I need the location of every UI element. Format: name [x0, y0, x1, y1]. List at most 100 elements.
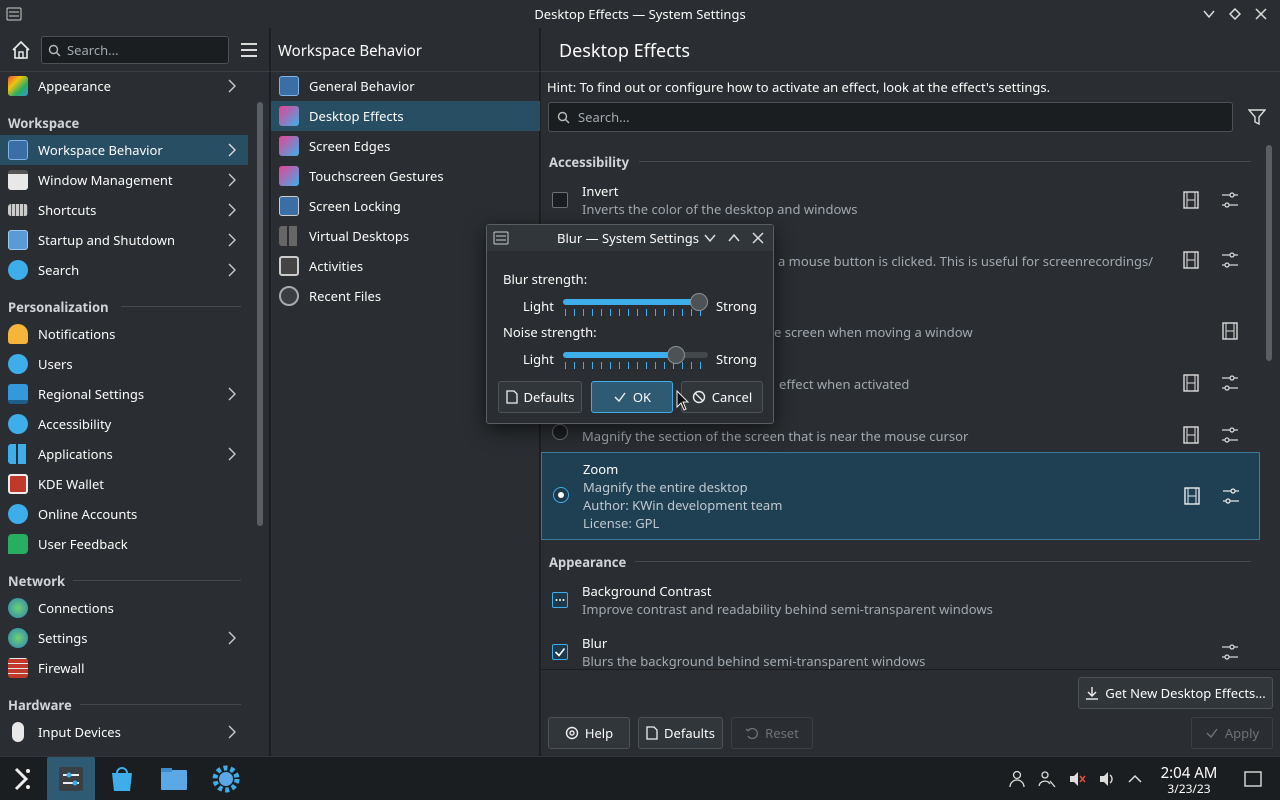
blur-light-label: Light	[523, 297, 554, 315]
volume-icon[interactable]	[1098, 770, 1116, 788]
home-icon[interactable]	[10, 39, 32, 61]
kde-connect-icon[interactable]	[1038, 770, 1056, 788]
effects-search-input[interactable]: Search...	[548, 102, 1233, 132]
effect-background-contrast[interactable]: Background Contrast Improve contrast and…	[541, 576, 1259, 628]
sidebar-item-user-feedback[interactable]: User Feedback	[0, 529, 248, 559]
dialog-close-button[interactable]	[749, 229, 767, 247]
audio-muted-icon[interactable]	[1068, 770, 1086, 788]
effect-invert[interactable]: Invert Inverts the color of the desktop …	[541, 176, 1259, 228]
desktop-effects-icon	[279, 106, 299, 126]
sidebar-item-shortcuts[interactable]: Shortcuts	[0, 195, 248, 225]
subpanel-item-screen-locking[interactable]: Screen Locking	[271, 191, 540, 221]
effect-license: License: GPL	[583, 514, 660, 532]
check-icon	[614, 392, 626, 403]
sidebar-search-input[interactable]: Search...	[41, 36, 229, 64]
filter-icon[interactable]	[1248, 108, 1266, 126]
subpanel-item-screen-edges[interactable]: Screen Edges	[271, 131, 540, 161]
help-button[interactable]: Help	[548, 717, 630, 749]
effect-zoom[interactable]: Zoom Magnify the entire desktop Author: …	[541, 452, 1260, 540]
blur-slider-handle[interactable]	[690, 293, 708, 311]
invert-checkbox[interactable]	[552, 192, 568, 208]
sidebar-item-workspace-behavior[interactable]: Workspace Behavior	[0, 135, 248, 165]
discover-store-icon[interactable]	[106, 763, 138, 795]
sidebar-item-label: KDE Wallet	[38, 475, 105, 493]
sidebar-item-online-accounts[interactable]: Online Accounts	[0, 499, 248, 529]
noise-slider-handle[interactable]	[667, 346, 686, 364]
blur-strength-slider[interactable]	[563, 292, 708, 316]
search-icon	[48, 44, 61, 56]
settings-gear-icon[interactable]	[210, 763, 242, 795]
system-settings-icon	[59, 767, 83, 791]
subpanel-item-label: Desktop Effects	[309, 107, 404, 125]
file-manager-icon[interactable]	[158, 763, 190, 795]
show-desktop-icon[interactable]	[1244, 770, 1262, 788]
video-icon[interactable]	[1182, 374, 1200, 392]
applications-icon	[8, 444, 28, 464]
configure-icon[interactable]	[1222, 487, 1240, 505]
configure-icon[interactable]	[1221, 643, 1239, 661]
subpanel-item-touchscreen-gestures[interactable]: Touchscreen Gestures	[271, 161, 540, 191]
video-icon[interactable]	[1182, 426, 1200, 444]
configure-icon[interactable]	[1221, 426, 1239, 444]
sidebar-item-firewall[interactable]: Firewall	[0, 653, 248, 683]
undo-icon	[745, 727, 759, 740]
dialog-cancel-button[interactable]: Cancel	[681, 381, 763, 413]
video-icon[interactable]	[1221, 322, 1239, 340]
sidebar-item-startup-shutdown[interactable]: Startup and Shutdown	[0, 225, 248, 255]
sidebar-item-users[interactable]: Users	[0, 349, 248, 379]
dialog-defaults-button[interactable]: Defaults	[498, 381, 582, 413]
reset-button[interactable]: Reset	[731, 717, 813, 749]
dialog-titlebar[interactable]: Blur — System Settings	[487, 225, 773, 251]
subpanel-item-desktop-effects[interactable]: Desktop Effects	[271, 101, 540, 131]
feedback-icon	[8, 534, 28, 554]
background-contrast-checkbox[interactable]	[552, 592, 568, 608]
close-button[interactable]	[1252, 5, 1270, 23]
defaults-button[interactable]: Defaults	[638, 717, 723, 749]
app-launcher-icon[interactable]	[6, 763, 38, 795]
clock[interactable]: 2:04 AM 3/23/23	[1152, 765, 1226, 797]
chevron-right-icon	[228, 233, 236, 247]
sidebar-item-notifications[interactable]: Notifications	[0, 319, 248, 349]
subpanel-item-label: Recent Files	[309, 287, 382, 305]
taskbar-system-settings[interactable]	[47, 757, 95, 800]
effect-title: Invert	[582, 182, 619, 200]
sidebar-item-appearance[interactable]: Appearance	[0, 71, 248, 101]
effects-scrollbar[interactable]	[1266, 145, 1272, 361]
dialog-ok-button[interactable]: OK	[591, 381, 673, 413]
get-new-effects-button[interactable]: Get New Desktop Effects...	[1078, 677, 1273, 709]
sidebar-item-applications[interactable]: Applications	[0, 439, 248, 469]
effect-blur[interactable]: Blur Blurs the background behind semi-tr…	[541, 628, 1259, 670]
sidebar-item-search[interactable]: Search	[0, 255, 248, 285]
video-icon[interactable]	[1182, 191, 1200, 209]
blur-strong-label: Strong	[716, 297, 757, 315]
sidebar-item-window-management[interactable]: Window Management	[0, 165, 248, 195]
subpanel-item-label: Activities	[309, 257, 364, 275]
dialog-minimize-button[interactable]	[701, 229, 719, 247]
subpanel-item-general-behavior[interactable]: General Behavior	[271, 71, 540, 101]
hamburger-menu-icon[interactable]	[240, 41, 258, 59]
screen-lock-icon	[279, 196, 299, 216]
apply-button[interactable]: Apply	[1191, 717, 1273, 749]
sidebar-item-accessibility[interactable]: Accessibility	[0, 409, 248, 439]
user-icon[interactable]	[1008, 770, 1026, 788]
blur-checkbox[interactable]	[552, 644, 568, 660]
sidebar-item-network-settings[interactable]: Settings	[0, 623, 248, 653]
configure-icon[interactable]	[1221, 191, 1239, 209]
maximize-button[interactable]	[1226, 5, 1244, 23]
minimize-button[interactable]	[1200, 5, 1218, 23]
window-titlebar[interactable]: Desktop Effects — System Settings	[0, 0, 1280, 28]
chevron-up-icon[interactable]	[1126, 770, 1144, 788]
sidebar-item-input-devices[interactable]: Input Devices	[0, 717, 248, 747]
video-icon[interactable]	[1183, 487, 1201, 505]
sidebar-item-kde-wallet[interactable]: KDE Wallet	[0, 469, 248, 499]
dialog-maximize-button[interactable]	[725, 229, 743, 247]
configure-icon[interactable]	[1221, 374, 1239, 392]
configure-icon[interactable]	[1221, 251, 1239, 269]
sidebar-item-regional-settings[interactable]: Regional Settings	[0, 379, 248, 409]
noise-strength-slider[interactable]	[563, 345, 708, 369]
video-icon[interactable]	[1182, 251, 1200, 269]
sidebar-item-connections[interactable]: Connections	[0, 593, 248, 623]
sidebar-scrollbar[interactable]	[257, 102, 263, 526]
magnifier-radio[interactable]	[552, 424, 568, 440]
zoom-radio[interactable]	[553, 487, 569, 503]
